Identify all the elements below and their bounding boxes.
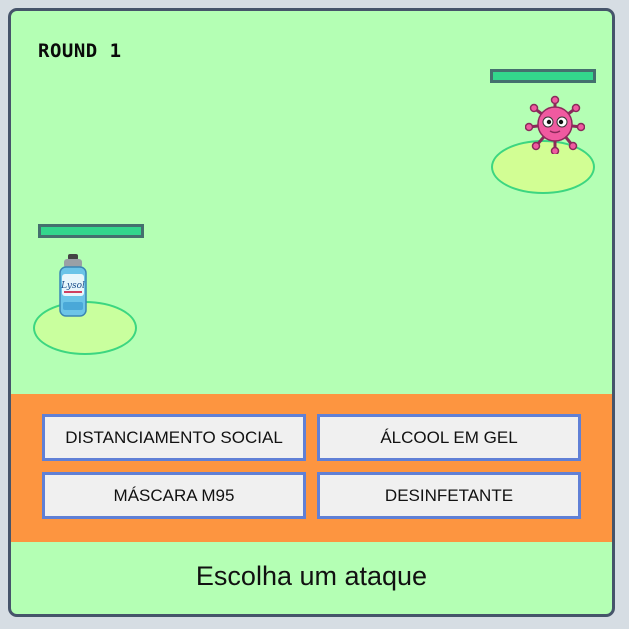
attack-button-mascara[interactable]: MÁSCARA M95 [42,472,306,519]
enemy-health-fill [493,72,593,80]
player-health-bar [38,224,144,238]
attack-button-alcool[interactable]: ÁLCOOL EM GEL [317,414,581,461]
can-logo: Lysol [60,281,85,291]
attack-button-desinfetante[interactable]: DESINFETANTE [317,472,581,519]
status-message: Escolha um ataque [195,560,428,591]
spray-can-icon: Lysol [59,254,87,317]
player-health-fill [41,227,141,235]
attack-button-distanciamento[interactable]: DISTANCIAMENTO SOCIAL [42,414,306,461]
virus-icon [525,95,585,154]
attack-panel: DISTANCIAMENTO SOCIAL ÁLCOOL EM GEL MÁSC… [11,394,612,542]
round-label: ROUND 1 [38,40,122,62]
game-window: ROUND 1 Lysol DISTANCIAMENTO SOCIAL ÁLCO… [8,8,615,617]
enemy-health-bar [490,69,596,83]
